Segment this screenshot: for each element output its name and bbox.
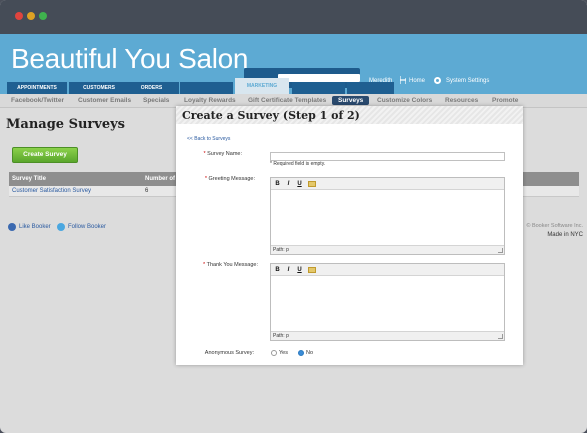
like-booker-link[interactable]: Like Booker: [19, 224, 51, 230]
tab-blank-1[interactable]: [180, 82, 233, 94]
insert-image-icon[interactable]: [308, 267, 316, 273]
follow-booker-link[interactable]: Follow Booker: [68, 224, 106, 230]
subnav-customer-emails[interactable]: Customer Emails: [78, 97, 131, 104]
greeting-message-editor[interactable]: B I U Path: p: [270, 177, 505, 255]
insert-image-icon[interactable]: [308, 181, 316, 187]
anonymous-no-radio[interactable]: [298, 350, 304, 356]
subnav-gift-certificate-templates[interactable]: Gift Certificate Templates: [248, 97, 326, 104]
subnav-facebook-twitter[interactable]: Facebook/Twitter: [11, 97, 64, 104]
create-survey-button[interactable]: Create Survey: [12, 147, 78, 163]
twitter-icon[interactable]: [57, 223, 65, 231]
anonymous-yes-label[interactable]: Yes: [279, 350, 288, 356]
column-number[interactable]: Number of: [145, 176, 175, 182]
editor-path-bar: Path: p: [271, 245, 504, 254]
survey-count-cell: 6: [145, 188, 149, 194]
column-survey-title[interactable]: Survey Title: [12, 176, 46, 182]
required-field-note: * Required field is empty.: [270, 161, 326, 167]
tab-blank-2[interactable]: [292, 82, 345, 94]
anonymous-yes-radio[interactable]: [271, 350, 277, 356]
resize-handle-icon[interactable]: [498, 248, 503, 253]
browser-window: Beautiful You Salon Meredith Home System…: [0, 0, 587, 433]
subnav-loyalty-rewards[interactable]: Loyalty Rewards: [184, 97, 236, 104]
subnav-promote[interactable]: Promote: [492, 97, 518, 104]
thank-you-message-label: * Thank You Message:: [203, 262, 258, 268]
close-window-button[interactable]: [15, 12, 23, 20]
facebook-icon[interactable]: [8, 223, 16, 231]
tab-customers[interactable]: CUSTOMERS: [69, 82, 129, 94]
editor-toolbar: B I U: [271, 264, 504, 276]
anonymous-survey-label: Anonymous Survey:: [204, 350, 254, 356]
window-titlebar: [0, 0, 587, 34]
page-title: Manage Surveys: [6, 117, 125, 132]
greeting-message-label: * Greeting Message:: [204, 176, 255, 182]
anonymous-no-label[interactable]: No: [306, 350, 313, 356]
tab-marketing[interactable]: MARKETING: [235, 78, 289, 94]
search-input[interactable]: [278, 74, 360, 82]
bold-button[interactable]: B: [273, 180, 282, 188]
thank-you-message-editor[interactable]: B I U Path: p: [270, 263, 505, 341]
maximize-window-button[interactable]: [39, 12, 47, 20]
home-link[interactable]: Home: [409, 78, 425, 84]
create-survey-dialog: Create a Survey (Step 1 of 2) << Back to…: [176, 106, 523, 365]
italic-button[interactable]: I: [284, 180, 293, 188]
dialog-title: Create a Survey (Step 1 of 2): [182, 109, 360, 122]
home-icon[interactable]: [400, 76, 406, 84]
subnav-specials[interactable]: Specials: [143, 97, 169, 104]
tab-orders[interactable]: ORDERS: [124, 82, 179, 94]
survey-name-label: * Survey Name:: [203, 151, 242, 157]
back-to-surveys-link[interactable]: << Back to Surveys: [187, 136, 230, 142]
tab-blank-3[interactable]: [347, 82, 394, 94]
editor-path-bar: Path: p: [271, 331, 504, 340]
survey-title-cell[interactable]: Customer Satisfaction Survey: [12, 188, 91, 194]
brand-title: Beautiful You Salon: [11, 43, 249, 74]
survey-name-input[interactable]: [270, 152, 505, 161]
editor-toolbar: B I U: [271, 178, 504, 190]
subnav-customize-colors[interactable]: Customize Colors: [377, 97, 432, 104]
system-settings-link[interactable]: System Settings: [446, 78, 489, 84]
subnav-resources[interactable]: Resources: [445, 97, 478, 104]
made-in-nyc: Made in NYC: [547, 232, 583, 238]
subnav-surveys[interactable]: Surveys: [332, 96, 370, 105]
tab-appointments[interactable]: APPOINTMENTS: [7, 82, 67, 94]
bold-button[interactable]: B: [273, 266, 282, 274]
resize-handle-icon[interactable]: [498, 334, 503, 339]
underline-button[interactable]: U: [295, 266, 304, 274]
minimize-window-button[interactable]: [27, 12, 35, 20]
copyright-text: © Booker Software Inc.: [526, 223, 583, 229]
italic-button[interactable]: I: [284, 266, 293, 274]
gear-icon[interactable]: [434, 77, 441, 84]
underline-button[interactable]: U: [295, 180, 304, 188]
